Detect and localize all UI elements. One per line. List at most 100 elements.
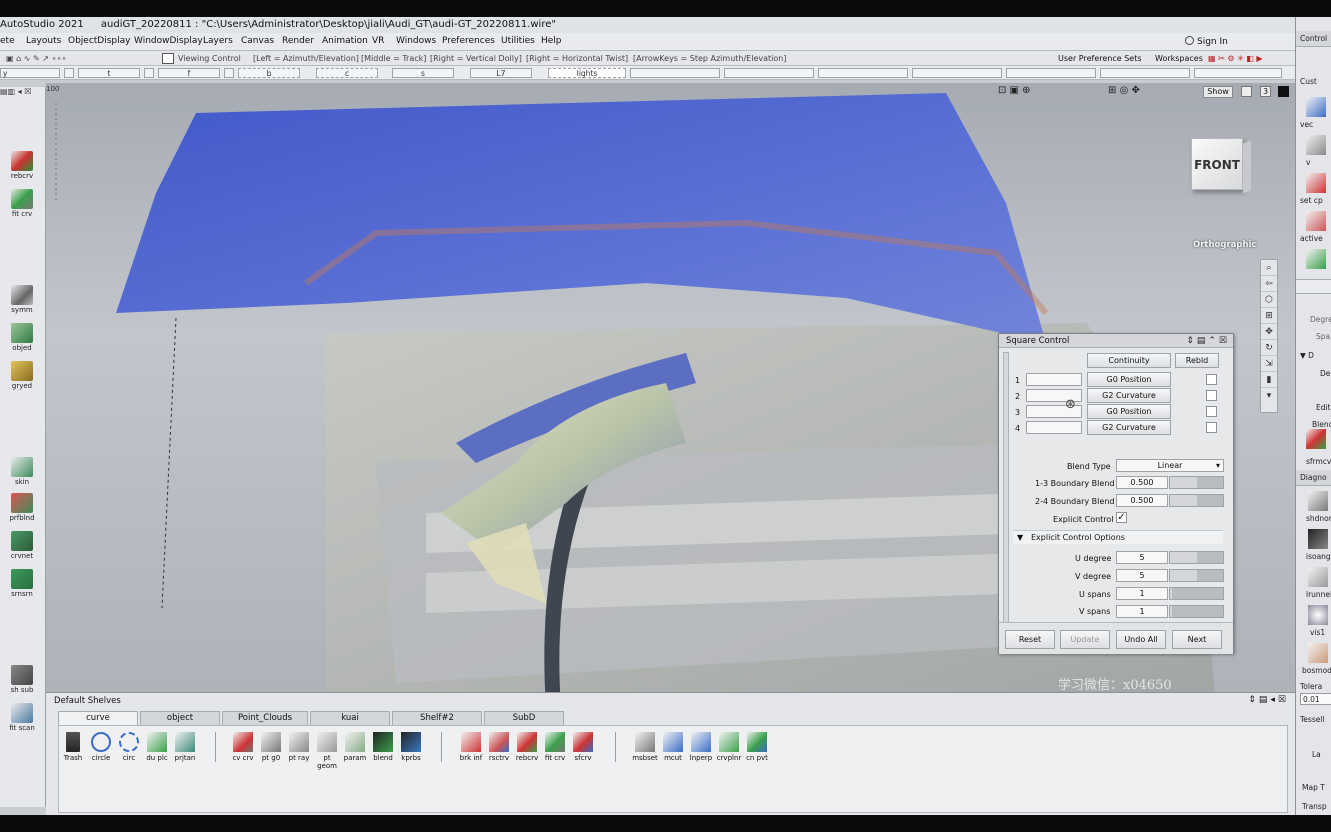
tool-sfcrv[interactable]: sfcrv xyxy=(569,732,597,762)
menu-item-help[interactable]: Help xyxy=(541,33,562,46)
tool-circle[interactable]: circle xyxy=(87,732,115,762)
menu-item-utilities[interactable]: Utilities xyxy=(501,33,535,46)
menu-item-windowdisplay[interactable]: WindowDisplay xyxy=(134,33,203,46)
pan-icon[interactable]: ⇲ xyxy=(1261,356,1277,372)
u-spans-input[interactable]: 1 xyxy=(1116,587,1168,600)
tab-curve[interactable]: curve xyxy=(58,711,138,726)
palette-header-icons[interactable]: ▤▥ ◂ ☒ xyxy=(0,87,46,99)
tab-object[interactable]: object xyxy=(140,711,220,726)
update-button[interactable]: Update xyxy=(1060,630,1110,649)
view-cube-face[interactable]: FRONT xyxy=(1191,138,1243,190)
row-rebuild-check[interactable] xyxy=(1206,422,1217,433)
v-spans-slider[interactable] xyxy=(1169,605,1224,618)
show-button[interactable]: Show xyxy=(1203,86,1233,98)
tool-objed[interactable]: objed xyxy=(2,323,42,352)
row-edge-field[interactable] xyxy=(1026,373,1082,386)
tool-icon[interactable] xyxy=(1306,249,1326,269)
dialog-scroll-handle[interactable] xyxy=(1003,352,1009,642)
v-degree-slider[interactable] xyxy=(1169,569,1224,582)
vector-icon[interactable] xyxy=(1306,97,1326,117)
menu-item-vr[interactable]: VR xyxy=(372,33,384,46)
viewport-toggle-icon[interactable] xyxy=(1241,86,1252,97)
menu-item-preferences[interactable]: Preferences xyxy=(442,33,495,46)
layer-cell-t[interactable]: t xyxy=(78,68,140,78)
u-degree-slider[interactable] xyxy=(1169,551,1224,564)
tool-cv-crv[interactable]: cv crv xyxy=(229,732,257,762)
viewport-display-icons[interactable]: ⊞ ◎ ✥ xyxy=(1108,85,1140,96)
bosmod-icon[interactable] xyxy=(1308,643,1328,663)
menu-item-animation[interactable]: Animation xyxy=(322,33,368,46)
isoangle-icon[interactable] xyxy=(1308,529,1328,549)
layer-cell-empty[interactable] xyxy=(912,68,1002,78)
tool-fit-crv[interactable]: fit crv xyxy=(541,732,569,762)
tool-blend[interactable]: blend xyxy=(369,732,397,762)
layer-cell-y[interactable]: y xyxy=(0,68,60,78)
tool-rebcrv[interactable]: rebcrv xyxy=(2,151,42,180)
tool-du-plc[interactable]: du plc xyxy=(143,732,171,762)
next-button[interactable]: Next xyxy=(1172,630,1222,649)
menu-item-objectdisplay[interactable]: ObjectDisplay xyxy=(68,33,131,46)
dialog-title-bar[interactable]: Square Control ⇕▤⌃☒ xyxy=(999,334,1233,348)
explicit-options-header[interactable]: ▼ Explicit Control Options xyxy=(1013,530,1223,544)
layer-cell-empty[interactable] xyxy=(1006,68,1096,78)
layer-cell-c[interactable]: c xyxy=(316,68,378,78)
row-mode-button[interactable]: G2 Curvature xyxy=(1087,388,1171,403)
tolerance-input[interactable]: 0.01 xyxy=(1300,693,1331,705)
tool-gryed[interactable]: gryed xyxy=(2,361,42,390)
zoom-icon[interactable]: ⌕ xyxy=(1261,260,1277,276)
tool-icons-group[interactable]: ▣ ⌂ ∿ ✎ ↗ ∘∘∘ xyxy=(6,54,66,63)
u-degree-input[interactable]: 5 xyxy=(1116,551,1168,564)
more-icon[interactable]: ▾ xyxy=(1261,388,1277,404)
fit-icon[interactable]: ✥ xyxy=(1261,324,1277,340)
tab-shelf2[interactable]: Shelf#2 xyxy=(392,711,482,726)
tool-fitcrv[interactable]: fit crv xyxy=(2,189,42,218)
layer-cell-l7[interactable]: L7 xyxy=(470,68,532,78)
layer-cell-empty[interactable] xyxy=(1100,68,1190,78)
tool-crvplnr[interactable]: crvplnr xyxy=(715,732,743,762)
row-rebuild-check[interactable] xyxy=(1206,390,1217,401)
tool-prjtan[interactable]: prjtan xyxy=(171,732,199,762)
row-rebuild-check[interactable] xyxy=(1206,374,1217,385)
tool-prfblnd[interactable]: prfblnd xyxy=(2,493,42,522)
collapse-triangle-icon[interactable]: ▼ D xyxy=(1300,351,1314,360)
cube-icon[interactable]: ⬡ xyxy=(1261,292,1277,308)
v-degree-input[interactable]: 5 xyxy=(1116,569,1168,582)
tool-rsctrv[interactable]: rsctrv xyxy=(485,732,513,762)
menu-item-canvas[interactable]: Canvas xyxy=(241,33,274,46)
menu-item-render[interactable]: Render xyxy=(282,33,314,46)
blend-type-select[interactable]: Linear ▾ xyxy=(1116,459,1224,472)
tool-srnsrn[interactable]: srnsrn xyxy=(2,569,42,598)
boundary-blend-24-slider[interactable] xyxy=(1169,494,1224,507)
layer-cell-f[interactable]: f xyxy=(158,68,220,78)
viewport-page-number[interactable]: 3 xyxy=(1260,86,1271,97)
v-spans-input[interactable]: 1 xyxy=(1116,605,1168,618)
layer-cell-empty[interactable] xyxy=(724,68,814,78)
control-panel-tab[interactable]: Control xyxy=(1296,31,1331,47)
bookmark-icon[interactable]: ▮ xyxy=(1261,372,1277,388)
menu-item-layers[interactable]: Layers xyxy=(203,33,233,46)
set-cp-icon[interactable] xyxy=(1306,173,1326,193)
tool-symm[interactable]: symm xyxy=(2,285,42,314)
row-rebuild-check[interactable] xyxy=(1206,406,1217,417)
row-mode-button[interactable]: G2 Curvature xyxy=(1087,420,1171,435)
layer-cell-empty[interactable] xyxy=(630,68,720,78)
tool-param[interactable]: param xyxy=(341,732,369,762)
frame-icon[interactable]: ⊞ xyxy=(1261,308,1277,324)
visibility-icon[interactable] xyxy=(1308,605,1328,625)
tool-pt-ray[interactable]: pt ray xyxy=(285,732,313,762)
u-spans-slider[interactable] xyxy=(1169,587,1224,600)
tool-shsub[interactable]: sh sub xyxy=(2,665,42,694)
viewport-camera-icons[interactable]: ⊡ ▣ ⊕ xyxy=(998,85,1031,96)
surface-normal-icon[interactable] xyxy=(1308,491,1328,511)
tool-cn-pvt[interactable]: cn pvt xyxy=(743,732,771,762)
tab-kuai[interactable]: kuai xyxy=(310,711,390,726)
layer-cell-empty[interactable] xyxy=(818,68,908,78)
menu-item-windows[interactable]: Windows xyxy=(396,33,436,46)
layer-cell-s[interactable]: s xyxy=(392,68,454,78)
boundary-blend-24-input[interactable]: 0.500 xyxy=(1116,494,1168,507)
undo-all-button[interactable]: Undo All xyxy=(1116,630,1166,649)
diagnostics-header[interactable]: Diagno xyxy=(1296,470,1331,486)
view-icon[interactable] xyxy=(1306,135,1326,155)
tool-mcut[interactable]: mcut xyxy=(659,732,687,762)
tool-lnperp[interactable]: lnperp xyxy=(687,732,715,762)
